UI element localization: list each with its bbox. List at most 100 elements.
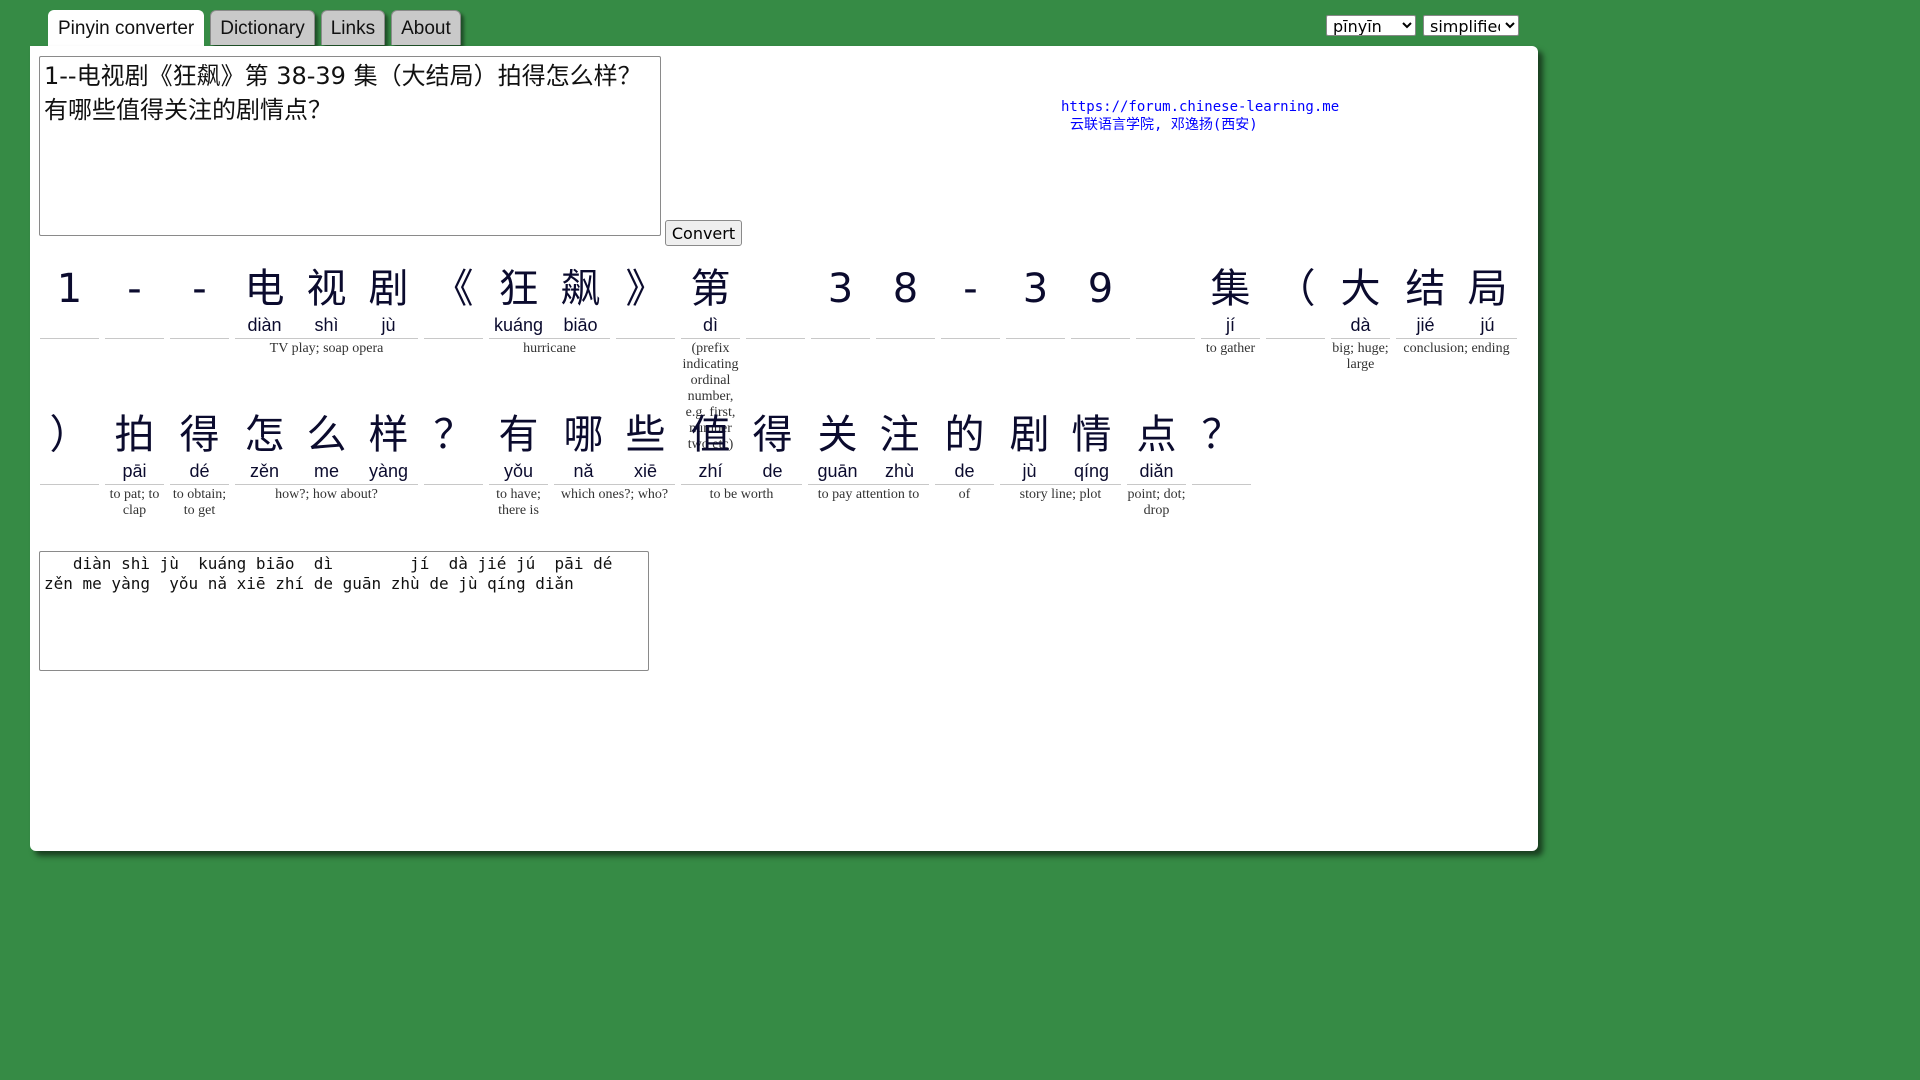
character-cell: 的 de	[935, 404, 994, 484]
hanzi: 样	[368, 412, 409, 458]
word-unit[interactable]: -	[105, 258, 164, 341]
pinyin-output[interactable]: diàn shì jù kuáng biāo dì jí dà jié jú p…	[39, 551, 649, 671]
word-characters: 怎 zěn 么 me 样 yàng	[235, 404, 418, 485]
word-characters: -	[105, 258, 164, 339]
hanzi: 3	[827, 266, 854, 312]
word-unit[interactable]: 点 diǎn point; dot; drop	[1127, 404, 1186, 519]
pinyin: de	[762, 461, 783, 481]
character-cell: 8	[876, 258, 935, 338]
character-cell: 得 dé	[170, 404, 229, 484]
word-unit[interactable]: 哪 nǎ 些 xiē which ones?; who?	[554, 404, 675, 503]
word-unit[interactable]: 大 dà big; huge; large	[1331, 258, 1390, 373]
forum-link[interactable]: https://forum.chinese-learning.me	[1061, 98, 1339, 116]
convert-button[interactable]: Convert	[665, 220, 742, 246]
character-cell: 《	[424, 258, 483, 338]
character-cell: 3	[1006, 258, 1065, 338]
pinyin: jié	[1416, 315, 1435, 335]
credit-text: 云联语言学院, 邓逸扬(西安)	[1070, 117, 1258, 133]
tab-links[interactable]: Links	[320, 10, 386, 45]
word-unit[interactable]: -	[941, 258, 1000, 341]
word-unit[interactable]: 得 dé to obtain; to get	[170, 404, 229, 519]
word-unit[interactable]: 狂 kuáng 飙 biāo hurricane	[489, 258, 610, 357]
character-cell: 样 yàng	[359, 404, 418, 484]
word-characters: ？	[424, 404, 483, 485]
word-unit[interactable]: 》	[616, 258, 675, 341]
character-cell: -	[105, 258, 164, 338]
romanization-select[interactable]: pīnyīn	[1326, 15, 1416, 36]
gloss: to pat; to clap	[109, 487, 160, 518]
character-cell: -	[941, 258, 1000, 338]
gloss: hurricane	[523, 341, 576, 356]
pinyin: zhí	[698, 461, 723, 481]
tab-about[interactable]: About	[391, 10, 461, 45]
character-cell: 9	[1071, 258, 1130, 338]
word-unit[interactable]: ？	[1192, 404, 1251, 487]
hanzi: （	[1275, 266, 1316, 312]
word-unit[interactable]: 结 jié 局 jú conclusion; ending	[1396, 258, 1517, 357]
word-unit[interactable]	[746, 258, 805, 341]
character-cell: 结 jié	[1396, 258, 1455, 338]
character-cell: 电 diàn	[235, 258, 294, 338]
pinyin: jù	[1022, 461, 1037, 481]
word-characters: 得 dé	[170, 404, 229, 485]
character-cell	[746, 258, 805, 338]
word-characters: 剧 jù 情 qíng	[1000, 404, 1121, 485]
hanzi: 得	[179, 412, 220, 458]
character-cell: ？	[1192, 404, 1251, 484]
word-unit[interactable]: 8	[876, 258, 935, 341]
word-characters	[1136, 258, 1195, 339]
word-unit[interactable]: 集 jí to gather	[1201, 258, 1260, 357]
word-unit[interactable]: 电 diàn 视 shì 剧 jù TV play; soap opera	[235, 258, 418, 357]
character-cell: 有 yǒu	[489, 404, 548, 484]
pinyin: xiē	[633, 461, 657, 481]
hanzi: 结	[1405, 266, 1446, 312]
word-unit[interactable]: 怎 zěn 么 me 样 yàng how?; how about?	[235, 404, 418, 503]
gloss: to pay attention to	[817, 487, 920, 502]
word-unit[interactable]: 的 de of	[935, 404, 994, 503]
word-characters: 结 jié 局 jú	[1396, 258, 1517, 339]
word-unit[interactable]: 关 guān 注 zhù to pay attention to	[808, 404, 929, 503]
word-characters: 3	[811, 258, 870, 339]
pinyin: diàn	[247, 315, 282, 335]
pinyin: pāi	[122, 461, 147, 481]
tab-pinyin-converter[interactable]: Pinyin converter	[48, 10, 205, 48]
character-cell: 关 guān	[808, 404, 867, 484]
gloss: big; huge; large	[1332, 341, 1389, 372]
character-cell: 么 me	[297, 404, 356, 484]
word-unit[interactable]	[1136, 258, 1195, 341]
word-unit[interactable]: 9	[1071, 258, 1130, 341]
pinyin: diǎn	[1139, 461, 1174, 481]
word-unit[interactable]: 剧 jù 情 qíng story line; plot	[1000, 404, 1121, 503]
hanzi: 剧	[1009, 412, 1050, 458]
word-unit[interactable]: 3	[811, 258, 870, 341]
pinyin: zěn	[249, 461, 280, 481]
word-unit[interactable]: 《	[424, 258, 483, 341]
character-cell: 哪 nǎ	[554, 404, 613, 484]
hanzi: 关	[817, 412, 858, 458]
word-unit[interactable]: -	[170, 258, 229, 341]
character-cell: 大 dà	[1331, 258, 1390, 338]
word-unit[interactable]: 1	[40, 258, 99, 341]
word-characters: 《	[424, 258, 483, 339]
word-unit[interactable]: 值 zhí 得 de to be worth	[681, 404, 802, 503]
gloss: which ones?; who?	[560, 487, 669, 502]
word-row: 1- - 电 diàn 视 shì 剧 jù TV play; soap opera 《狂 kuán…	[40, 258, 1530, 452]
word-unit[interactable]: （	[1266, 258, 1325, 341]
word-unit[interactable]: 拍 pāi to pat; to clap	[105, 404, 164, 519]
word-unit[interactable]: ？	[424, 404, 483, 487]
character-cell	[1136, 258, 1195, 338]
word-characters: ？	[1192, 404, 1251, 485]
word-unit[interactable]: 有 yǒu to have; there is	[489, 404, 548, 519]
character-cell: 情 qíng	[1062, 404, 1121, 484]
chinese-input[interactable]: 1--电视剧《狂飙》第 38-39 集（大结局）拍得怎么样？有哪些值得关注的剧情…	[39, 56, 661, 236]
word-unit[interactable]: ）	[40, 404, 99, 487]
pinyin: jú	[1480, 315, 1495, 335]
tab-dictionary[interactable]: Dictionary	[210, 10, 315, 45]
script-select[interactable]: simplified	[1423, 15, 1519, 36]
hanzi: -	[127, 266, 142, 312]
word-unit[interactable]: 3	[1006, 258, 1065, 341]
pinyin: dì	[702, 315, 718, 335]
character-cell: 注 zhù	[870, 404, 929, 484]
options-bar: pīnyīn simplified	[1326, 15, 1519, 36]
character-cell: 3	[811, 258, 870, 338]
